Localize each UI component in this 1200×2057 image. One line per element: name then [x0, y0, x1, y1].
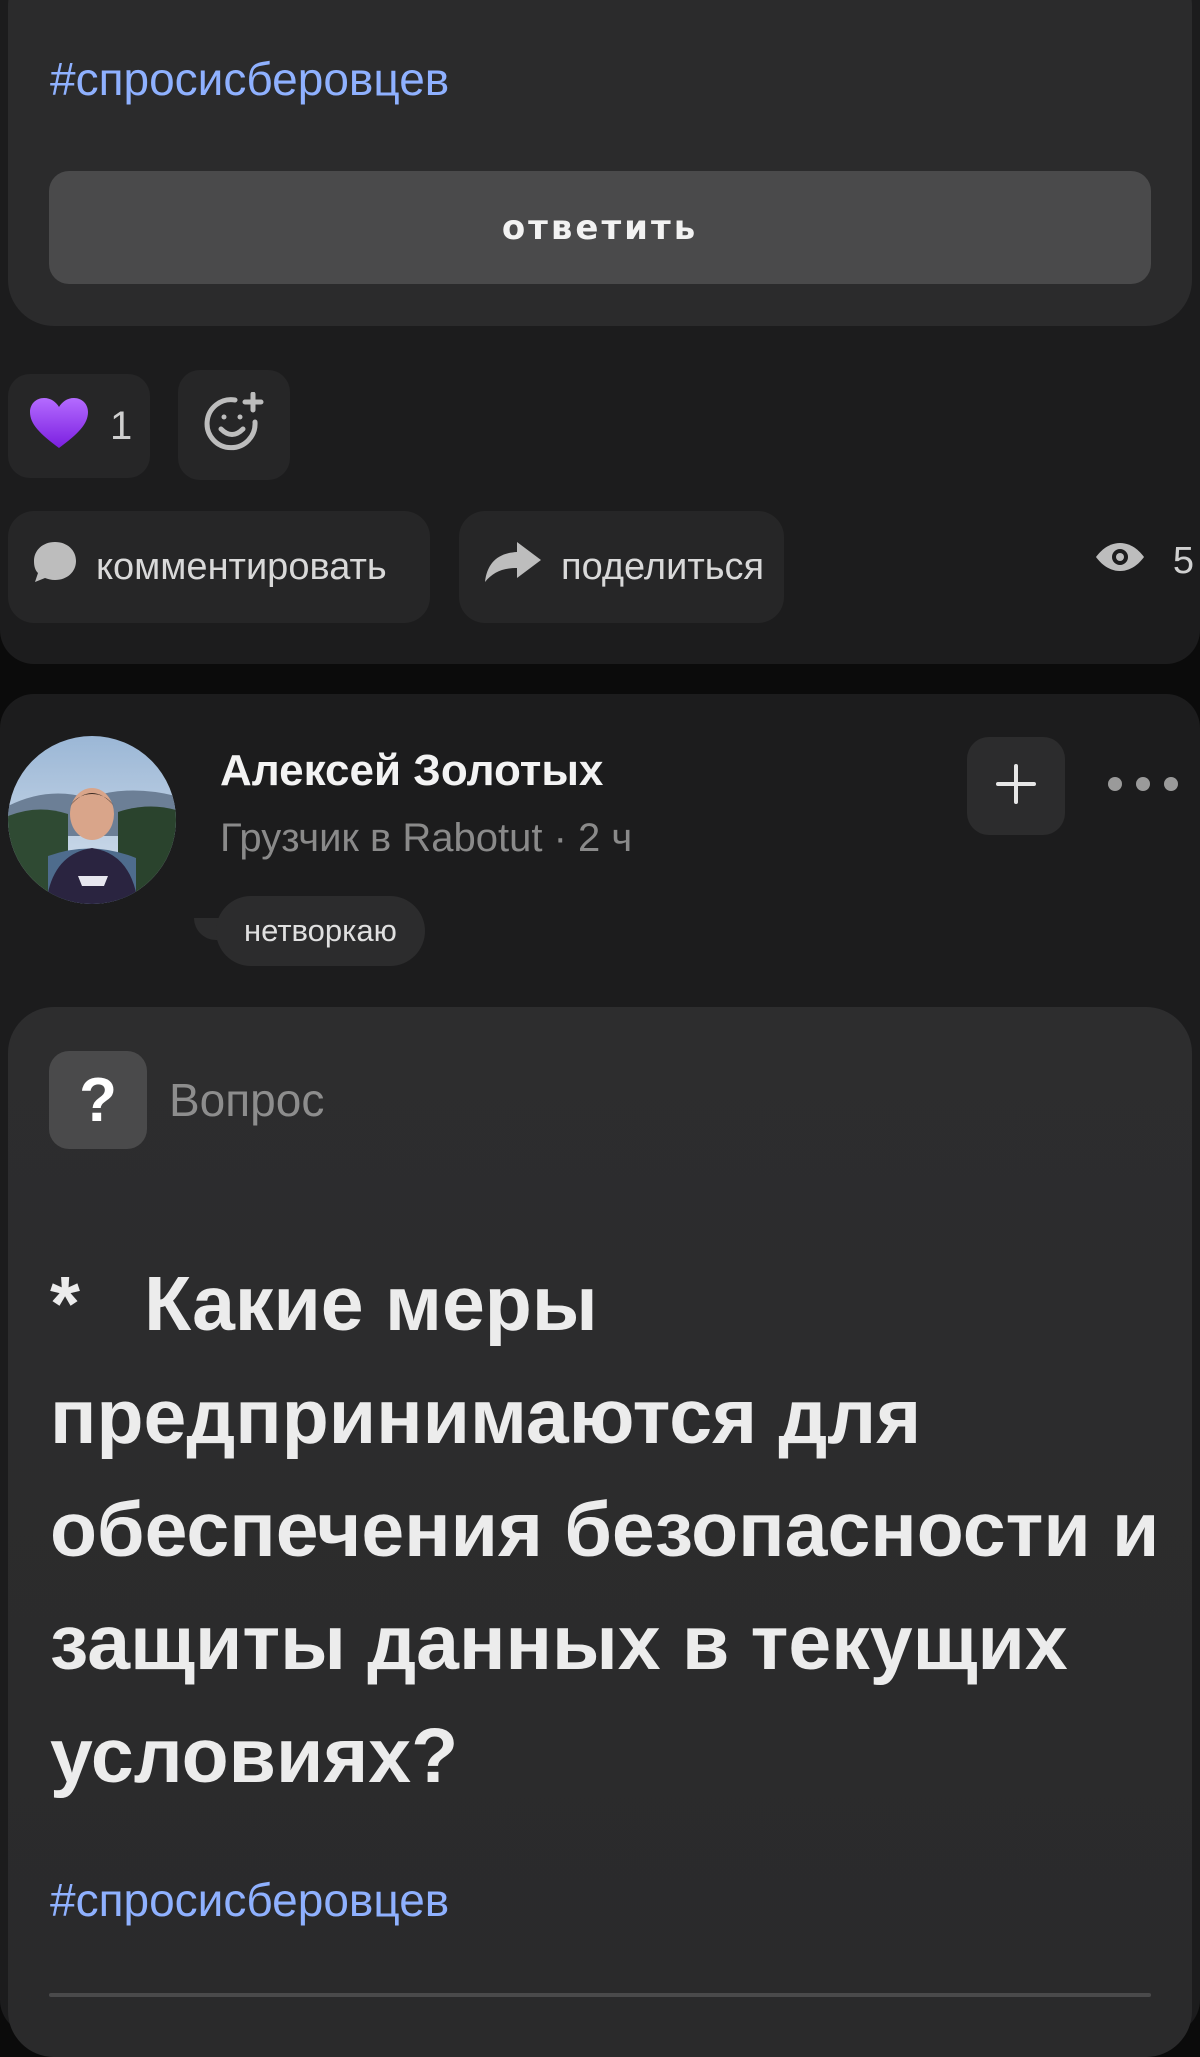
speech-bubble-icon	[32, 540, 78, 594]
comment-button[interactable]: комментировать	[8, 511, 430, 623]
views-count: 5	[1172, 540, 1194, 582]
share-label: поделиться	[561, 545, 765, 588]
reaction-count: 1	[110, 403, 133, 448]
comment-label: комментировать	[96, 545, 387, 588]
author-name[interactable]: Алексей Золотых	[220, 746, 603, 796]
answer-button[interactable]: ответить	[49, 171, 1151, 284]
question-mark-icon: ?	[49, 1051, 147, 1149]
add-reaction-button[interactable]	[178, 370, 290, 480]
views-counter: 5	[1095, 540, 1194, 583]
post-type-text: Вопрос	[169, 1074, 325, 1126]
question-text[interactable]: * Какие меры предпринимаются для обеспеч…	[50, 1248, 1170, 1813]
share-button[interactable]: поделиться	[459, 511, 784, 623]
post-type-label: ? Вопрос	[49, 1051, 324, 1149]
share-arrow-icon	[483, 540, 543, 594]
status-bubble: нетворкаю	[216, 896, 425, 966]
author-subtitle: Грузчик в Rabotut · 2 ч	[220, 816, 633, 860]
add-emoji-icon	[203, 391, 265, 459]
follow-button[interactable]	[967, 737, 1065, 835]
purple-heart-icon	[30, 397, 88, 455]
eye-icon	[1095, 540, 1145, 583]
plus-icon	[995, 763, 1037, 810]
answer-button-partial[interactable]	[49, 1993, 1151, 1997]
more-options-icon[interactable]	[1108, 764, 1178, 804]
reaction-chip[interactable]: 1	[8, 374, 150, 478]
hashtag-link[interactable]: #спросисберовцев	[50, 1873, 449, 1927]
hashtag-link[interactable]: #спросисберовцев	[50, 52, 449, 106]
avatar[interactable]	[8, 736, 176, 904]
